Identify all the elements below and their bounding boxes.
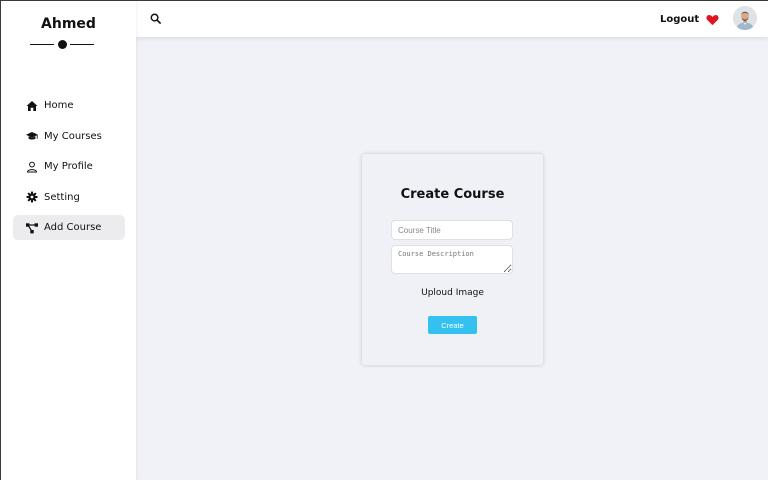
home-icon [26,100,38,112]
sidebar-item-home[interactable]: Home [13,93,125,118]
course-description-input[interactable] [391,245,513,274]
sidebar-item-my-profile[interactable]: My Profile [13,154,125,179]
upload-image-label[interactable]: Uploud Image [362,288,543,298]
brand-name: Ahmed [41,16,96,32]
create-button[interactable]: Create [428,316,477,334]
sidebar-item-add-course[interactable]: Add Course [13,215,125,240]
network-icon [26,222,38,234]
sidebar-nav: Home My Courses My Profile Setting Add C… [13,93,125,246]
sidebar-item-my-courses[interactable]: My Courses [13,124,125,149]
sidebar-item-setting[interactable]: Setting [13,185,125,210]
sidebar-item-label: Setting [44,191,80,203]
topbar: Logout [136,1,768,37]
search-button[interactable] [146,9,164,27]
brand-ornament [30,38,94,50]
user-icon [26,161,38,173]
gear-icon [26,191,38,203]
course-title-input[interactable] [391,220,513,240]
create-course-card: Create Course Uploud Image Create [362,154,543,365]
graduation-cap-icon [26,130,38,142]
card-title: Create Course [400,187,505,202]
logout-link[interactable]: Logout [660,14,699,25]
heart-icon[interactable] [706,13,719,26]
sidebar-item-label: My Profile [44,161,93,172]
sidebar-item-label: Home [44,100,74,111]
sidebar: Ahmed Home My Courses My Profile Setting… [1,1,136,480]
sidebar-item-label: Add Course [44,222,102,233]
search-icon [150,13,161,24]
sidebar-item-label: My Courses [44,130,102,142]
avatar[interactable] [733,6,757,30]
